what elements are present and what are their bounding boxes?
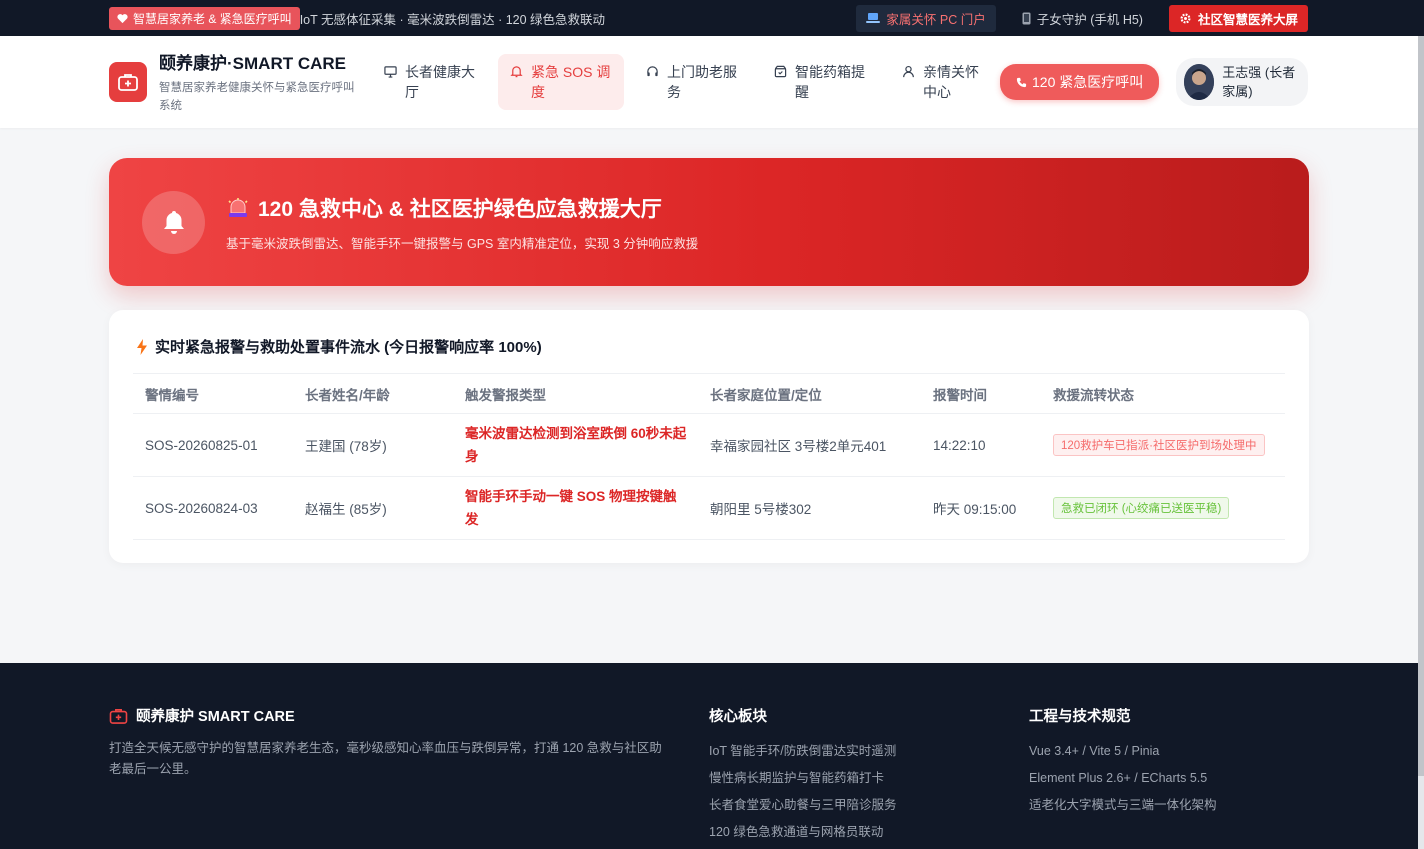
events-table: 警情编号 长者姓名/年龄 触发警报类型 长者家庭位置/定位 报警时间 救援流转状…	[133, 373, 1285, 540]
medicine-box-icon	[774, 65, 787, 78]
elder-location: 朝阳里 5号楼302	[710, 502, 812, 517]
pc-portal-label: 家属关怀 PC 门户	[886, 12, 986, 27]
footer-description: 打造全天候无感守护的智慧居家养老生态，毫秒级感知心率血压与跌倒异常，打通 120…	[109, 741, 662, 776]
footer-col-title: 工程与技术规范	[1029, 709, 1131, 725]
column-header[interactable]: 触发警报类型	[453, 384, 698, 404]
brand-subtitle: 智慧居家养老健康关怀与紧急医疗呼叫系统	[159, 82, 355, 112]
footer-text: Vue 3.4+ / Vite 5 / Pinia	[1029, 744, 1160, 758]
community-screen-link[interactable]: 社区智慧医养大屏	[1168, 4, 1308, 32]
monitor-icon	[384, 66, 397, 78]
top-badge-label: 智慧居家养老 & 紧急医疗呼叫	[133, 11, 292, 26]
status-badge: 120救护车已指派·社区医护到场处理中	[1053, 434, 1265, 456]
footer-link[interactable]: 长者食堂爱心助餐与三甲陪诊服务	[709, 792, 1029, 819]
h5-guard-label: 子女守护 (手机 H5)	[1036, 12, 1143, 27]
user-name: 王志强 (长者家属)	[1222, 65, 1296, 99]
bell-icon	[510, 66, 523, 78]
footer-link[interactable]: 慢性病长期监护与智能药箱打卡	[709, 765, 1029, 792]
status-badge: 急救已闭环 (心绞痛已送医平稳)	[1053, 497, 1230, 519]
hero-title: 120 急救中心 & 社区医护绿色应急救援大厅	[258, 197, 662, 221]
nav-health-hall-label: 长者健康大厅	[405, 64, 475, 100]
footer-text: 适老化大字模式与三端一体化架构	[1029, 798, 1217, 812]
footer-link[interactable]: IoT 智能手环/防跌倒雷达实时遥测	[709, 738, 1029, 765]
phone-icon	[1016, 77, 1027, 87]
pc-portal-link[interactable]: 家属关怀 PC 门户	[856, 4, 996, 32]
event-id: SOS-20260824-03	[145, 500, 258, 516]
column-header[interactable]: 报警时间	[921, 384, 1041, 404]
medical-kit-icon	[109, 708, 128, 724]
nav-family-care-label: 亲情关怀中心	[923, 64, 979, 100]
top-tagline: IoT 无感体征采集 · 毫米波跌倒雷达 · 120 绿色急救联动	[299, 12, 606, 27]
table-row[interactable]: SOS-20260825-01 王建国 (78岁) 毫米波雷达检测到浴室跌倒 6…	[133, 414, 1285, 477]
hero-title-row: 120 急救中心 & 社区医护绿色应急救援大厅	[226, 193, 698, 223]
footer: 颐养康护 SMART CARE 打造全天候无感守护的智慧居家养老生态，毫秒级感知…	[0, 663, 1418, 849]
alert-time: 14:22:10	[933, 437, 986, 453]
nav-health-hall[interactable]: 长者健康大厅	[372, 54, 488, 110]
hero-banner: 120 急救中心 & 社区医护绿色应急救援大厅 基于毫米波跌倒雷达、智能手环一键…	[109, 158, 1309, 286]
emergency-call-label: 120 紧急医疗呼叫	[1032, 74, 1144, 90]
headset-icon	[647, 66, 658, 77]
footer-brand: 颐养康护 SMART CARE	[109, 705, 709, 726]
elder-name: 王建国 (78岁)	[305, 439, 387, 454]
hero-subtitle: 基于毫米波跌倒雷达、智能手环一键报警与 GPS 室内精准定位，实现 3 分钟响应…	[226, 236, 699, 251]
nav-medicine-box-label: 智能药箱提醒	[795, 64, 865, 100]
alert-type: 毫米波雷达检测到浴室跌倒 60秒未起身	[465, 426, 687, 464]
brand[interactable]: 颐养康护·SMART CARE 智慧居家养老健康关怀与紧急医疗呼叫系统	[109, 49, 364, 115]
gear-icon	[1180, 12, 1191, 24]
events-title-row: 实时紧急报警与救助处置事件流水 (今日报警响应率 100%)	[133, 336, 1285, 357]
user-menu[interactable]: 王志强 (长者家属)	[1176, 58, 1308, 106]
elder-location: 幸福家园社区 3号楼2单元401	[710, 439, 887, 454]
nav-family-care[interactable]: 亲情关怀中心	[890, 54, 994, 110]
table-header: 警情编号 长者姓名/年龄 触发警报类型 长者家庭位置/定位 报警时间 救援流转状…	[133, 374, 1285, 414]
top-bar: 智慧居家养老 & 紧急医疗呼叫 IoT 无感体征采集 · 毫米波跌倒雷达 · 1…	[0, 0, 1424, 36]
brand-name: 颐养康护·SMART CARE	[159, 54, 346, 73]
column-header[interactable]: 救援流转状态	[1041, 384, 1285, 404]
events-card: 实时紧急报警与救助处置事件流水 (今日报警响应率 100%) 警情编号 长者姓名…	[109, 310, 1309, 563]
heart-icon	[117, 13, 128, 23]
footer-link[interactable]: 120 绿色急救通道与网格员联动	[709, 819, 1029, 846]
column-header[interactable]: 长者姓名/年龄	[293, 384, 453, 404]
nav-sos-dispatch-label: 紧急 SOS 调度	[531, 64, 611, 100]
events-title: 实时紧急报警与救助处置事件流水 (今日报警响应率 100%)	[155, 339, 542, 356]
lightning-icon	[137, 338, 147, 355]
avatar	[1184, 64, 1215, 100]
column-header[interactable]: 警情编号	[133, 384, 293, 404]
mobile-icon	[1022, 12, 1031, 24]
footer-brand-label: 颐养康护 SMART CARE	[136, 709, 295, 725]
footer-col-title: 核心板块	[709, 709, 767, 725]
elder-name: 赵福生 (85岁)	[305, 502, 387, 517]
main-header: 颐养康护·SMART CARE 智慧居家养老健康关怀与紧急医疗呼叫系统 长者健康…	[0, 36, 1424, 128]
nav-medicine-box[interactable]: 智能药箱提醒	[762, 54, 880, 110]
alert-time: 昨天 09:15:00	[933, 502, 1017, 517]
top-badge: 智慧居家养老 & 紧急医疗呼叫	[109, 6, 300, 30]
nav-sos-dispatch[interactable]: 紧急 SOS 调度	[498, 54, 624, 110]
table-row[interactable]: SOS-20260824-03 赵福生 (85岁) 智能手环手动一键 SOS 物…	[133, 477, 1285, 540]
event-id: SOS-20260825-01	[145, 437, 258, 453]
nav-home-service[interactable]: 上门助老服务	[634, 54, 752, 110]
main-nav: 长者健康大厅 紧急 SOS 调度 上门助老服务 智能药箱提醒 亲情关怀中心	[372, 54, 994, 110]
community-screen-label: 社区智慧医养大屏	[1197, 12, 1298, 27]
footer-text: Element Plus 2.6+ / ECharts 5.5	[1029, 771, 1208, 785]
scrollbar-thumb[interactable]	[1418, 36, 1424, 776]
laptop-icon	[866, 13, 881, 23]
siren-icon	[228, 197, 248, 217]
user-icon	[903, 65, 914, 78]
bell-icon	[142, 190, 205, 254]
emergency-call-button[interactable]: 120 紧急医疗呼叫	[1000, 64, 1160, 100]
alert-type: 智能手环手动一键 SOS 物理按键触发	[465, 489, 677, 527]
medical-kit-icon	[109, 62, 147, 102]
nav-home-service-label: 上门助老服务	[667, 64, 737, 100]
column-header[interactable]: 长者家庭位置/定位	[698, 384, 921, 404]
h5-guard-link[interactable]: 子女守护 (手机 H5)	[1022, 9, 1143, 28]
